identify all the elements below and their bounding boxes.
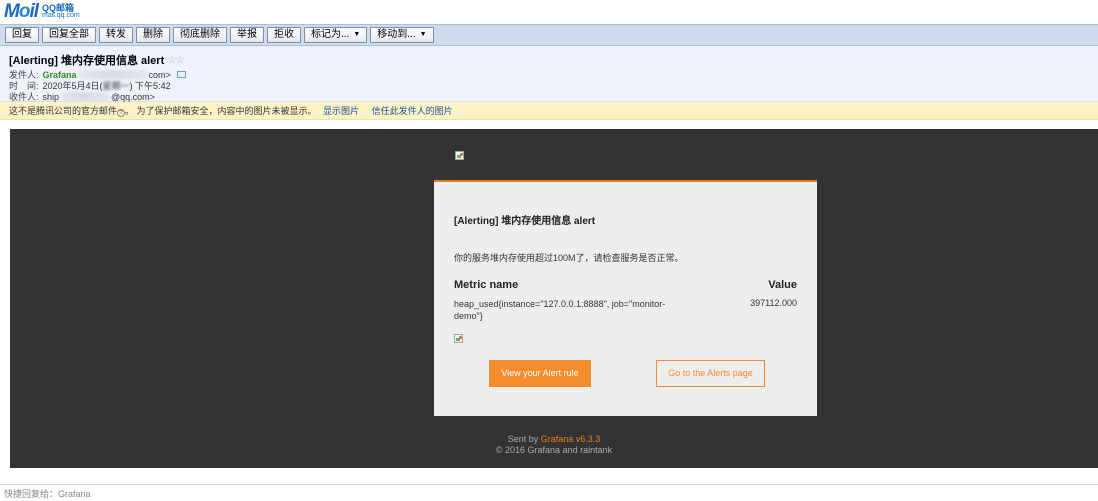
help-icon[interactable]: ? (117, 109, 126, 117)
alerts-page-button[interactable]: Go to the Alerts page (656, 360, 765, 387)
move-to-dropdown[interactable]: 移动到... ▼ (370, 27, 434, 43)
recipient-email-tail: @qq.com> (111, 91, 155, 102)
view-alert-rule-button[interactable]: View your Alert rule (489, 360, 591, 387)
image-warning-bar: 这不是腾讯公司的官方邮件?。 为了保护邮箱安全，内容中的图片未被显示。 显示图片… (0, 102, 1098, 120)
mail-toolbar: 回复 回复全部 转发 删除 彻底删除 举报 拒收 标记为... ▼ 移动到...… (0, 24, 1098, 46)
metric-name-cell: heap_used{instance="127.0.0.1:8888", job… (454, 299, 666, 321)
report-button[interactable]: 举报 (230, 27, 264, 43)
reject-button[interactable]: 拒收 (267, 27, 301, 43)
sent-by-line: Sent by Grafana v6.3.3 (10, 434, 1098, 444)
quick-reply-bar (0, 484, 1098, 501)
mark-as-label: 标记为... (311, 29, 350, 40)
alert-title: [Alerting] 堆内存使用信息 alert (454, 216, 596, 227)
forward-button[interactable]: 转发 (99, 27, 133, 43)
mark-as-dropdown[interactable]: 标记为... ▼ (304, 27, 368, 43)
value-header: Value (768, 279, 797, 291)
logo-bar: Moil QQ邮箱 mail.qq.com (0, 0, 1098, 24)
mail-subject: [Alerting] 堆内存使用信息 alert ☆☆ (9, 52, 184, 68)
subject-text: [Alerting] 堆内存使用信息 alert (9, 55, 165, 67)
logo-domain: mail.qq.com (42, 12, 80, 19)
sender-email-tail: com> (148, 69, 171, 80)
reply-all-button[interactable]: 回复全部 (42, 27, 96, 43)
quick-reply-input[interactable] (4, 487, 1094, 500)
qq-mail-logo[interactable]: Moil QQ邮箱 mail.qq.com (4, 1, 80, 22)
logo-mail-text: Moil (4, 1, 39, 22)
move-to-label: 移动到... (377, 29, 416, 40)
trust-sender-link[interactable]: 信任此发件人的图片 (372, 106, 453, 116)
permanent-delete-button[interactable]: 彻底删除 (173, 27, 227, 43)
sent-by-prefix: Sent by (507, 434, 541, 444)
sender-name[interactable]: Grafana (43, 70, 77, 80)
broken-image-icon (454, 334, 463, 343)
chevron-down-icon: ▼ (353, 31, 361, 38)
warning-text-a: 这不是腾讯公司的官方邮件 (9, 106, 118, 116)
blurred-email (60, 92, 111, 101)
chevron-down-icon: ▼ (419, 31, 427, 38)
grafana-version-link[interactable]: Grafana v6.3.3 (541, 434, 601, 444)
broken-image-icon (455, 151, 464, 160)
delete-button[interactable]: 删除 (136, 27, 170, 43)
copyright: © 2016 Grafana and raintank (495, 445, 613, 455)
warning-text-b: 。 为了保护邮箱安全，内容中的图片未被显示。 (125, 106, 317, 116)
recipient-name[interactable]: ship (43, 92, 60, 102)
logo-sub: QQ邮箱 mail.qq.com (42, 4, 80, 20)
reply-button[interactable]: 回复 (5, 27, 39, 43)
alert-card: [Alerting] 堆内存使用信息 alert 你的服务堆内存使用超过100M… (434, 180, 817, 416)
star-icon[interactable]: ☆☆ (167, 55, 184, 66)
metric-value-cell: 397112.000 (750, 298, 797, 308)
mail-header: [Alerting] 堆内存使用信息 alert ☆☆ 发件人: Grafana… (0, 46, 1098, 102)
logo-cn: QQ邮箱 (42, 3, 75, 13)
email-body: [Alerting] 堆内存使用信息 alert 你的服务堆内存使用超过100M… (10, 129, 1098, 468)
blurred-email (77, 70, 148, 79)
metric-name-header: Metric name (454, 279, 519, 291)
add-contact-icon[interactable] (176, 71, 186, 78)
show-images-link[interactable]: 显示图片 (323, 106, 359, 116)
alert-message: 你的服务堆内存使用超过100M了，请检查服务是否正常。 (454, 253, 684, 263)
